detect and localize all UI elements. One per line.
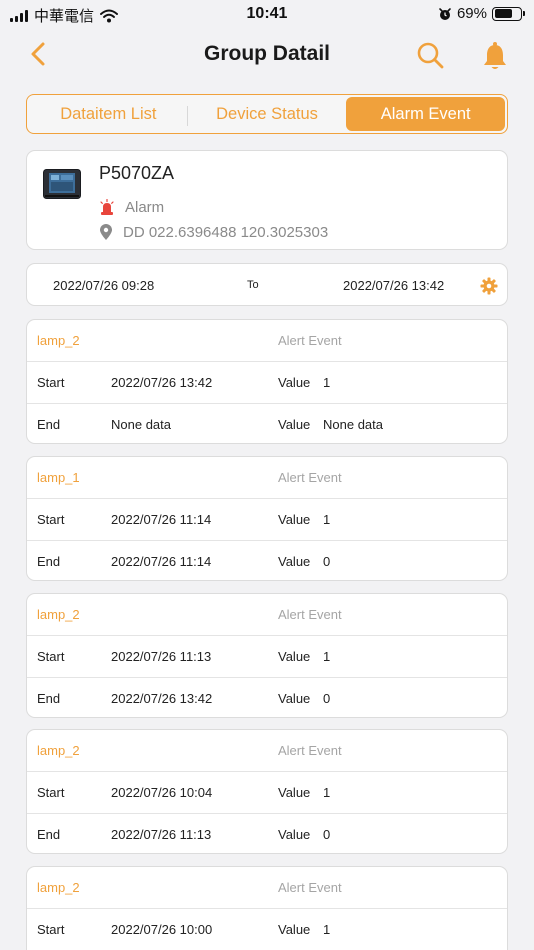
- end-label: End: [37, 554, 61, 569]
- start-time: 2022/07/26 11:13: [111, 649, 212, 664]
- location-pin-icon: [100, 224, 112, 240]
- range-end-date[interactable]: 2022/07/26 13:42: [343, 278, 444, 293]
- event-start-row: Start 2022/07/26 11:14 Value 1: [27, 498, 507, 540]
- event-type: Alert Event: [278, 880, 342, 895]
- device-status-row: Alarm: [99, 199, 164, 216]
- tab-alarm-event[interactable]: Alarm Event: [346, 97, 506, 131]
- end-value: 0: [323, 827, 331, 842]
- event-type: Alert Event: [278, 743, 342, 758]
- event-header-row: lamp_2 Alert Event: [27, 730, 507, 772]
- start-value: 1: [323, 512, 331, 527]
- event-card[interactable]: lamp_2 Alert Event Start 2022/07/26 10:0…: [26, 729, 508, 854]
- end-time: 2022/07/26 13:42: [111, 691, 213, 706]
- event-start-row: Start 2022/07/26 10:04 Value 1: [27, 771, 507, 813]
- event-header-row: lamp_2 Alert Event: [27, 594, 507, 636]
- event-item-name: lamp_2: [37, 607, 80, 622]
- device-location-text: DD 022.6396488 120.3025303: [123, 224, 329, 241]
- event-card[interactable]: lamp_2 Alert Event Start 2022/07/26 13:4…: [26, 319, 508, 444]
- end-value: None data: [323, 417, 383, 432]
- start-time: 2022/07/26 13:42: [111, 375, 213, 390]
- event-start-row: Start 2022/07/26 13:42 Value 1: [27, 361, 507, 403]
- search-icon[interactable]: [414, 40, 446, 72]
- value-label: Value: [278, 922, 311, 937]
- value-label: Value: [278, 649, 311, 664]
- event-end-row: End None data Value None data: [27, 403, 507, 443]
- range-start-date[interactable]: 2022/07/26 09:28: [53, 278, 154, 293]
- start-value: 1: [323, 785, 331, 800]
- date-range-card: 2022/07/26 09:28 To 2022/07/26 13:42: [26, 263, 508, 306]
- start-time: 2022/07/26 11:14: [111, 512, 212, 527]
- start-label: Start: [37, 649, 65, 664]
- end-value: 0: [323, 554, 331, 569]
- alarm-clock-icon: [439, 7, 451, 20]
- event-card[interactable]: lamp_1 Alert Event Start 2022/07/26 11:1…: [26, 456, 508, 581]
- device-location-row: DD 022.6396488 120.3025303: [99, 224, 328, 241]
- event-card[interactable]: lamp_2 Alert Event Start 2022/07/26 10:0…: [26, 866, 508, 950]
- event-type: Alert Event: [278, 333, 342, 348]
- event-item-name: lamp_2: [37, 743, 80, 758]
- value-label: Value: [278, 375, 311, 390]
- tab-bar: Dataitem List Device Status Alarm Event: [26, 94, 508, 134]
- event-card[interactable]: lamp_2 Alert Event Start 2022/07/26 11:1…: [26, 593, 508, 718]
- end-label: End: [37, 417, 61, 432]
- end-value: 0: [323, 691, 331, 706]
- alarm-siren-icon: [100, 199, 114, 215]
- event-end-row: End 2022/07/26 11:14 Value 0: [27, 540, 507, 580]
- event-header-row: lamp_2 Alert Event: [27, 867, 507, 909]
- value-label: Value: [278, 785, 311, 800]
- bell-icon[interactable]: [480, 40, 510, 72]
- battery-icon: [492, 6, 525, 21]
- event-item-name: lamp_2: [37, 333, 80, 348]
- start-label: Start: [37, 785, 65, 800]
- status-bar: 中華電信 10:41 69%: [0, 0, 534, 30]
- start-time: 2022/07/26 10:04: [111, 785, 213, 800]
- start-value: 1: [323, 922, 331, 937]
- status-right: 69%: [438, 5, 525, 22]
- battery-fill: [494, 9, 512, 18]
- start-label: Start: [37, 375, 65, 390]
- event-header-row: lamp_2 Alert Event: [27, 320, 507, 362]
- value-label: Value: [278, 417, 311, 432]
- tab-device-status[interactable]: Device Status: [188, 97, 347, 131]
- event-item-name: lamp_2: [37, 880, 80, 895]
- range-to-label: To: [247, 279, 259, 291]
- device-name: P5070ZA: [99, 163, 175, 183]
- start-label: Start: [37, 512, 65, 527]
- device-card: P5070ZA Alarm DD 022.6396488 120.3025303: [26, 150, 508, 250]
- value-label: Value: [278, 691, 311, 706]
- end-label: End: [37, 827, 61, 842]
- event-end-row: End 2022/07/26 11:13 Value 0: [27, 813, 507, 853]
- start-time: 2022/07/26 10:00: [111, 922, 213, 937]
- battery-percent: 69%: [456, 5, 487, 22]
- start-value: 1: [323, 375, 331, 390]
- gear-icon[interactable]: [480, 277, 498, 295]
- nav-bar: Group Datail: [0, 32, 534, 78]
- end-time: 2022/07/26 11:13: [111, 827, 212, 842]
- device-status-text: Alarm: [125, 199, 165, 216]
- event-start-row: Start 2022/07/26 11:13 Value 1: [27, 635, 507, 677]
- event-header-row: lamp_1 Alert Event: [27, 457, 507, 499]
- end-time: 2022/07/26 11:14: [111, 554, 212, 569]
- start-label: Start: [37, 922, 65, 937]
- event-end-row: End 2022/07/26 13:42 Value 0: [27, 677, 507, 717]
- event-start-row: Start 2022/07/26 10:00 Value 1: [27, 908, 507, 950]
- value-label: Value: [278, 554, 311, 569]
- start-value: 1: [323, 649, 331, 664]
- event-type: Alert Event: [278, 470, 342, 485]
- page-title: Group Datail: [203, 42, 330, 65]
- tab-dataitem-list[interactable]: Dataitem List: [29, 97, 188, 131]
- end-time: None data: [111, 417, 171, 432]
- value-label: Value: [278, 512, 311, 527]
- end-label: End: [37, 691, 61, 706]
- hmi-device-icon: [43, 169, 81, 199]
- event-type: Alert Event: [278, 607, 342, 622]
- value-label: Value: [278, 827, 311, 842]
- event-item-name: lamp_1: [37, 470, 80, 485]
